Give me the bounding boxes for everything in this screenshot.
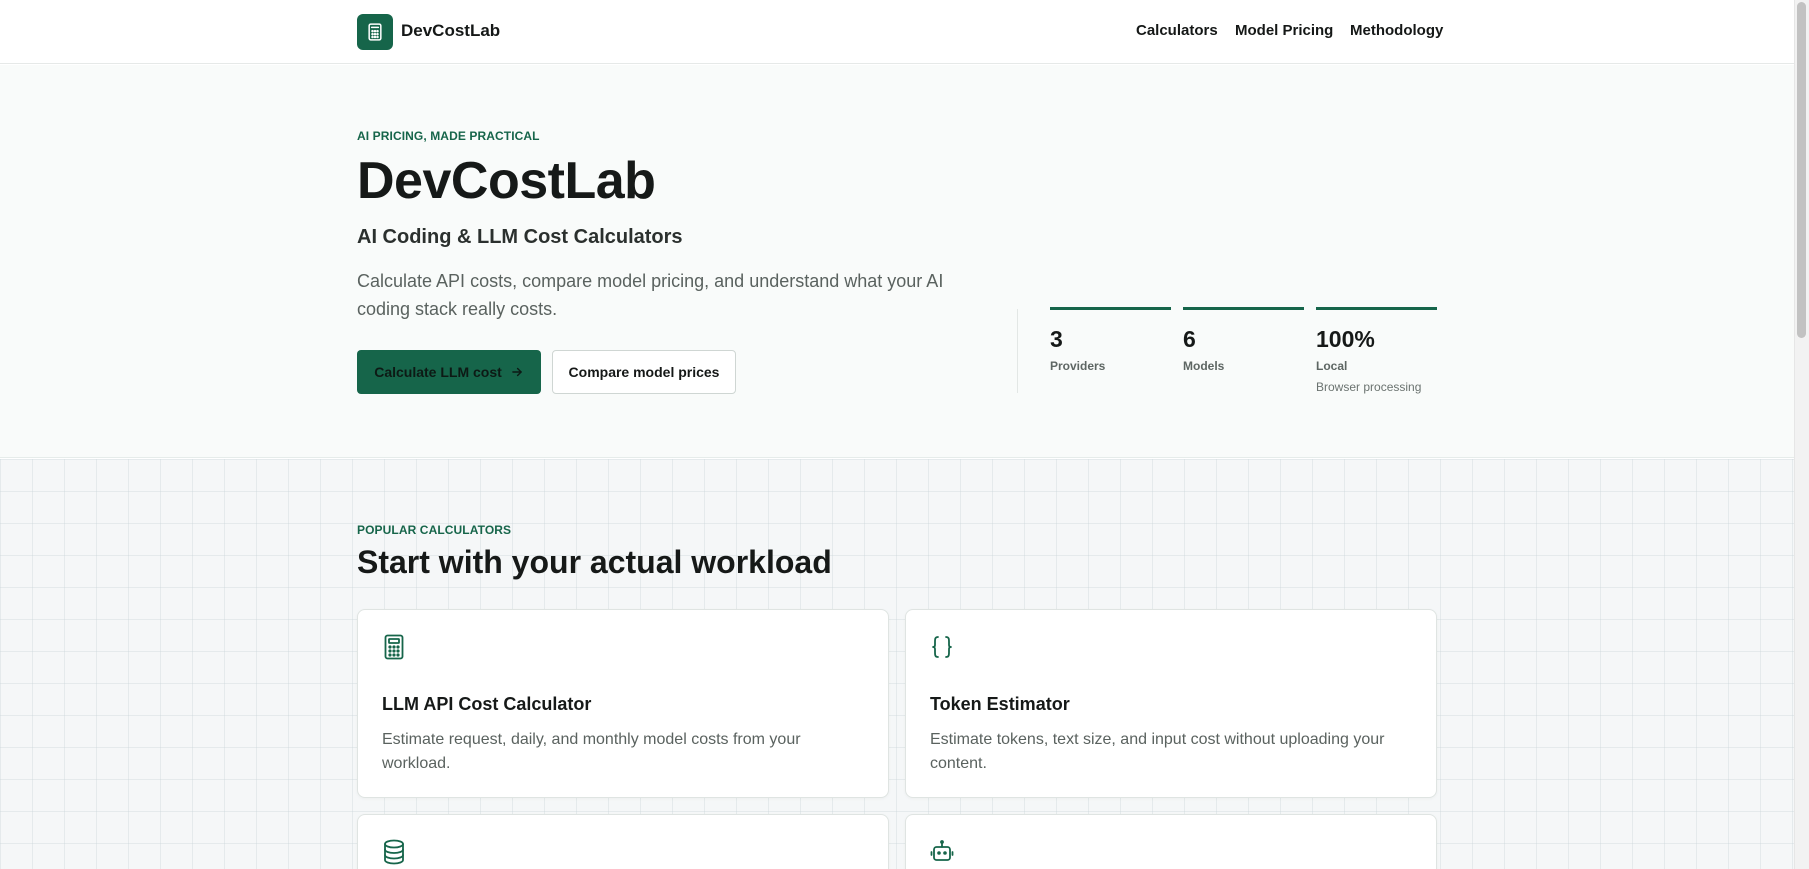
card-llm-api-cost-calculator[interactable]: LLM API Cost Calculator Estimate request… <box>357 609 889 798</box>
top-header: DevCostLab Calculators Model Pricing Met… <box>0 0 1794 64</box>
arrow-right-icon <box>512 367 522 377</box>
card-description: Estimate request, daily, and monthly mod… <box>382 731 801 772</box>
bot-icon <box>930 839 954 865</box>
stat-label: Providers <box>1050 359 1106 373</box>
nav-calculators[interactable]: Calculators <box>1136 22 1218 39</box>
stat-models: 6 Models <box>1183 307 1304 373</box>
page-title: DevCostLab <box>357 152 656 210</box>
brand-name[interactable]: DevCostLab <box>401 21 500 41</box>
stat-local: 100% Local Browser processing <box>1316 307 1437 394</box>
hero-section <box>0 65 1794 458</box>
card-title: LLM API Cost Calculator <box>382 694 592 714</box>
section-title: Start with your actual workload <box>357 544 832 580</box>
stat-bar <box>1183 307 1304 310</box>
hero-description: Calculate API costs, compare model prici… <box>357 271 944 319</box>
primary-button-label: Calculate LLM cost <box>374 364 502 380</box>
database-icon <box>382 839 406 865</box>
hero-subtitle: AI Coding & LLM Cost Calculators <box>357 226 683 248</box>
calculate-llm-cost-button[interactable]: Calculate LLM cost <box>357 350 541 394</box>
nav-model-pricing[interactable]: Model Pricing <box>1235 22 1333 39</box>
card-description: Estimate tokens, text size, and input co… <box>930 731 1385 772</box>
compare-model-prices-button[interactable]: Compare model prices <box>552 350 736 394</box>
stat-providers: 3 Providers <box>1050 307 1171 373</box>
card-title: Token Estimator <box>930 694 1070 714</box>
braces-icon <box>930 634 954 660</box>
card-third[interactable] <box>357 814 889 869</box>
hero-eyebrow: AI PRICING, MADE PRACTICAL <box>357 129 540 143</box>
card-fourth[interactable] <box>905 814 1437 869</box>
stats-divider <box>1017 309 1018 393</box>
stat-sublabel: Browser processing <box>1316 380 1422 394</box>
section-eyebrow: POPULAR CALCULATORS <box>357 523 512 537</box>
stat-bar <box>1050 307 1171 310</box>
page-scrollbar-thumb[interactable] <box>1797 2 1806 338</box>
stat-value: 3 <box>1050 326 1063 352</box>
stat-label: Local <box>1316 359 1348 373</box>
stat-value: 6 <box>1183 326 1196 352</box>
stat-bar <box>1316 307 1437 310</box>
card-token-estimator[interactable]: Token Estimator Estimate tokens, text si… <box>905 609 1437 798</box>
popular-calculators-section <box>0 459 1794 869</box>
logo-icon[interactable] <box>357 14 393 50</box>
stat-value: 100% <box>1316 326 1375 352</box>
stat-label: Models <box>1183 359 1225 373</box>
calculator-icon <box>382 634 406 660</box>
nav-methodology[interactable]: Methodology <box>1350 22 1443 39</box>
